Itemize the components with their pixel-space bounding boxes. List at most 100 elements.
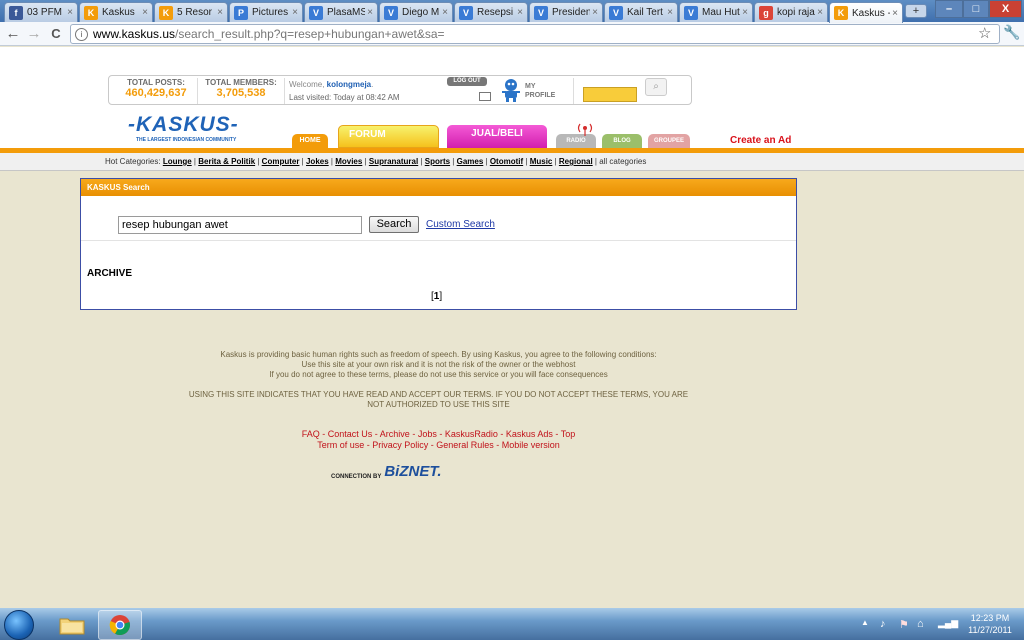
url-host: www.kaskus.us [93,27,176,41]
terms-line: USING THIS SITE INDICATES THAT YOU HAVE … [188,390,689,399]
category-link[interactable]: Otomotif [490,157,523,166]
custom-search-link[interactable]: Custom Search [426,219,495,230]
nav-tab-radio[interactable]: RADIO [556,134,596,148]
last-visited: Last visited: Today at 08:42 AM [289,93,400,102]
tab-close-icon[interactable]: × [517,7,523,18]
tab-close-icon[interactable]: × [592,7,598,18]
network-icon[interactable]: ⌂ [917,618,924,630]
category-link[interactable]: Regional [559,157,593,166]
tray-arrow-icon[interactable]: ▲ [861,618,869,627]
separator: - [372,429,380,439]
browser-tab[interactable]: V Diego M × [379,2,453,22]
nav-tab-forum[interactable]: FORUM [338,125,439,148]
folder-icon [59,618,85,635]
footer-link[interactable]: Privacy Policy [372,440,428,450]
browser-tab[interactable]: f 03 PFM × [4,2,78,22]
all-categories-link[interactable]: all categories [599,157,646,166]
pagination: [1] [431,291,442,302]
nav-tab-home[interactable]: HOME [292,134,328,148]
footer-link[interactable]: Archive [380,429,410,439]
footer-link[interactable]: Jobs [418,429,437,439]
my-profile-link[interactable]: MY PROFILE [525,82,557,100]
category-link[interactable]: Computer [262,157,300,166]
nav-tab-groupee[interactable]: GROUPEE [648,134,690,148]
volume-icon[interactable]: ♪ [880,618,886,630]
tab-title: PlasaMS [327,7,366,18]
header-search-input[interactable] [583,87,637,102]
tab-close-icon[interactable]: × [742,7,748,18]
footer-link[interactable]: KaskusRadio [445,429,498,439]
browser-tab[interactable]: V PlasaMS × [304,2,378,22]
category-link[interactable]: Music [530,157,553,166]
category-link[interactable]: Movies [335,157,362,166]
tab-close-icon[interactable]: × [667,7,673,18]
browser-tab[interactable]: V Mau Hut × [679,2,753,22]
chrome-taskbar-button[interactable] [98,610,142,640]
address-bar[interactable]: i www.kaskus.us/search_result.php?q=rese… [70,24,1000,44]
tab-close-icon[interactable]: × [142,7,148,18]
tab-close-icon[interactable]: × [367,7,373,18]
logout-button[interactable]: LOG OUT [447,77,487,86]
footer-link[interactable]: Contact Us [328,429,373,439]
create-ad-link[interactable]: Create an Ad [730,135,791,146]
browser-tab[interactable]: V Kail Tert × [604,2,678,22]
category-link[interactable]: Sports [425,157,450,166]
browser-tab[interactable]: V Presiden × [529,2,603,22]
browser-tab[interactable]: V Resepsi × [454,2,528,22]
flag-icon[interactable]: ⚑ [899,618,909,631]
search-icon[interactable]: ⌕ [645,78,667,96]
biznet-credit: CONNECTION BY BiZNET. [331,463,442,480]
tab-close-icon[interactable]: × [217,7,223,18]
mail-icon[interactable] [479,92,491,101]
browser-tab[interactable]: K Kaskus - × [829,2,903,23]
category-link[interactable]: Berita & Politik [198,157,255,166]
footer-link[interactable]: Top [561,429,576,439]
start-button[interactable] [4,610,34,640]
divider [284,78,285,104]
bookmark-star-icon[interactable]: ☆ [978,24,991,42]
wrench-menu-icon[interactable]: 🔧 [1003,24,1020,41]
search-button[interactable]: Search [369,216,419,233]
forward-arrow-icon[interactable]: → [25,25,43,43]
search-query-input[interactable]: resep hubungan awet [118,216,362,234]
category-link[interactable]: Jokes [306,157,329,166]
windows-taskbar: ▲ ♪ ⚑ ⌂ ▂▄▆ 12:23 PM 11/27/2011 [0,608,1024,640]
reload-icon[interactable]: C [47,25,65,43]
footer-link[interactable]: FAQ [302,429,320,439]
kaskus-logo[interactable]: -KASKUS- THE LARGEST INDONESIAN COMMUNIT… [128,113,239,143]
browser-tab[interactable]: K Kaskus × [79,2,153,22]
biznet-logo[interactable]: BiZNET. [384,463,441,480]
new-tab-button[interactable]: + [905,4,927,18]
system-clock[interactable]: 12:23 PM 11/27/2011 [960,612,1020,636]
tab-close-icon[interactable]: × [292,7,298,18]
minimize-button[interactable]: – [935,0,963,18]
category-link[interactable]: Lounge [163,157,192,166]
nav-tab-blog[interactable]: BLOG [602,134,642,148]
browser-tab[interactable]: K 5 Resor (× [154,2,228,22]
nav-tab-jual-beli[interactable]: JUAL/BELI [447,125,547,148]
footer-link[interactable]: General Rules [436,440,494,450]
tab-close-icon[interactable]: × [67,7,73,18]
maximize-button[interactable]: □ [963,0,989,18]
close-window-button[interactable]: X [989,0,1022,18]
username-link[interactable]: kolongmeja [327,80,371,89]
page-icon: i [75,27,88,41]
explorer-taskbar-button[interactable] [50,610,94,640]
tab-title: Pictures [252,7,289,18]
footer-link[interactable]: Term of use [317,440,364,450]
url-path: /search_result.php?q=resep+hubungan+awet… [175,27,445,41]
category-link[interactable]: Games [457,157,484,166]
logo-word: -KASKUS- [128,113,239,136]
signal-icon[interactable]: ▂▄▆ [938,618,958,629]
footer-link[interactable]: Kaskus Ads [506,429,553,439]
tab-close-icon[interactable]: × [817,7,823,18]
clock-date: 11/27/2011 [968,625,1012,635]
profile-avatar-icon[interactable] [501,78,521,102]
footer-link[interactable]: Mobile version [502,440,560,450]
category-link[interactable]: Supranatural [369,157,418,166]
tab-close-icon[interactable]: × [442,7,448,18]
back-arrow-icon[interactable]: ← [4,25,22,43]
tab-close-icon[interactable]: × [892,8,898,19]
browser-tab[interactable]: P Pictures × [229,2,303,22]
browser-tab[interactable]: g kopi raja × [754,2,828,22]
